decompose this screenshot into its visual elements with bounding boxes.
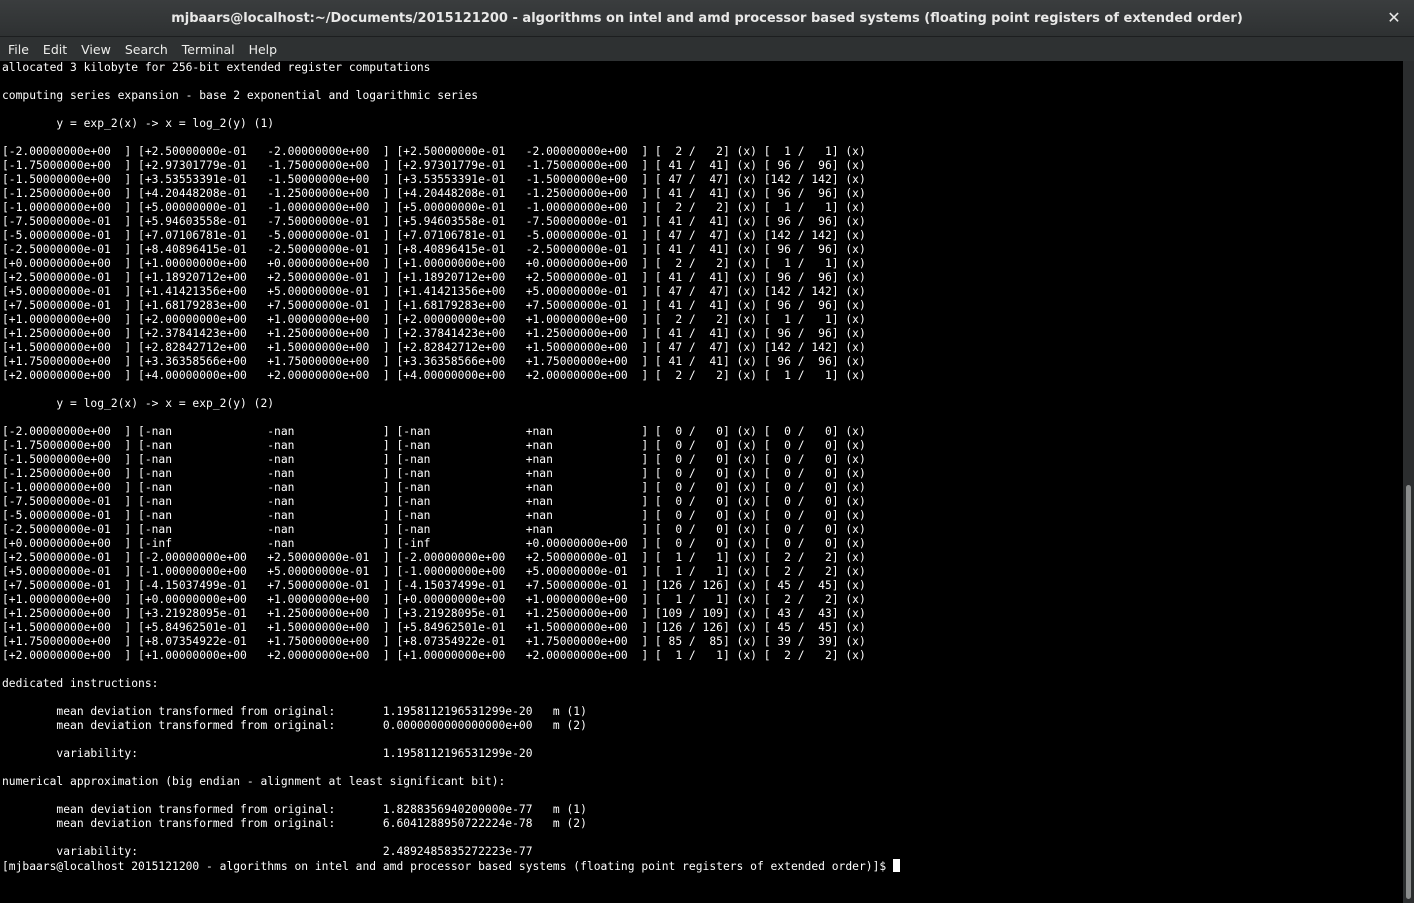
menu-bar: File Edit View Search Terminal Help — [0, 37, 1414, 61]
vertical-scrollbar[interactable] — [1403, 61, 1414, 903]
menu-help[interactable]: Help — [242, 42, 285, 57]
window-title: mjbaars@localhost:~/Documents/2015121200… — [171, 10, 1243, 26]
menu-file[interactable]: File — [0, 42, 36, 57]
menu-search[interactable]: Search — [118, 42, 175, 57]
window-titlebar: mjbaars@localhost:~/Documents/2015121200… — [0, 0, 1414, 37]
shell-prompt: [mjbaars@localhost 2015121200 - algorith… — [2, 860, 893, 873]
terminal-output: allocated 3 kilobyte for 256-bit extende… — [0, 61, 1403, 874]
prompt-line[interactable]: [mjbaars@localhost 2015121200 - algorith… — [2, 859, 1403, 874]
menu-edit[interactable]: Edit — [36, 42, 74, 57]
text-cursor — [892, 859, 900, 872]
terminal-text: allocated 3 kilobyte for 256-bit extende… — [2, 61, 866, 858]
menu-terminal[interactable]: Terminal — [175, 42, 242, 57]
close-icon[interactable]: ✕ — [1384, 8, 1404, 28]
menu-view[interactable]: View — [74, 42, 118, 57]
scrollbar-thumb[interactable] — [1406, 485, 1411, 899]
terminal-area[interactable]: allocated 3 kilobyte for 256-bit extende… — [0, 61, 1403, 903]
